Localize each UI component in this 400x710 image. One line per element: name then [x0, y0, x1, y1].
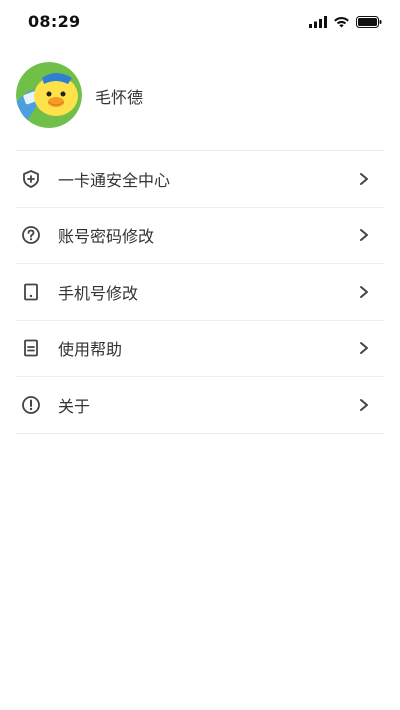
status-time: 08:29	[28, 12, 81, 31]
profile-header[interactable]: 毛怀德	[0, 60, 400, 150]
duck-avatar-icon[interactable]	[16, 62, 82, 128]
menu-item-label: 账号密码修改	[58, 227, 155, 247]
menu-item-label: 手机号修改	[58, 283, 139, 303]
status-icons	[309, 13, 382, 32]
signal-icon	[309, 13, 327, 32]
wifi-icon	[333, 13, 350, 32]
tablet-icon	[20, 281, 42, 303]
chevron-right-icon	[358, 398, 370, 412]
chevron-right-icon	[358, 341, 370, 355]
menu-item-label: 一卡通安全中心	[58, 170, 171, 190]
menu-item-label: 使用帮助	[58, 340, 123, 360]
menu-item-about[interactable]: 关于	[16, 377, 384, 434]
menu-item-label: 关于	[58, 396, 91, 416]
chevron-right-icon	[358, 285, 370, 299]
status-bar: 08:29	[0, 0, 400, 44]
menu-item-phone-change[interactable]: 手机号修改	[16, 264, 384, 321]
menu-item-password-change[interactable]: 账号密码修改	[16, 208, 384, 264]
menu-item-help[interactable]: 使用帮助	[16, 321, 384, 377]
battery-icon	[356, 13, 382, 32]
username: 毛怀德	[95, 88, 144, 107]
menu-item-security-center[interactable]: 一卡通安全中心	[16, 151, 384, 208]
settings-menu: 一卡通安全中心 账号密码修改 手机号修改 使用帮助 关于	[16, 150, 384, 434]
info-circle-icon	[20, 394, 42, 416]
chevron-right-icon	[358, 228, 370, 242]
chevron-right-icon	[358, 172, 370, 186]
question-circle-icon	[20, 224, 42, 246]
document-icon	[20, 337, 42, 359]
shield-plus-icon	[20, 168, 42, 190]
